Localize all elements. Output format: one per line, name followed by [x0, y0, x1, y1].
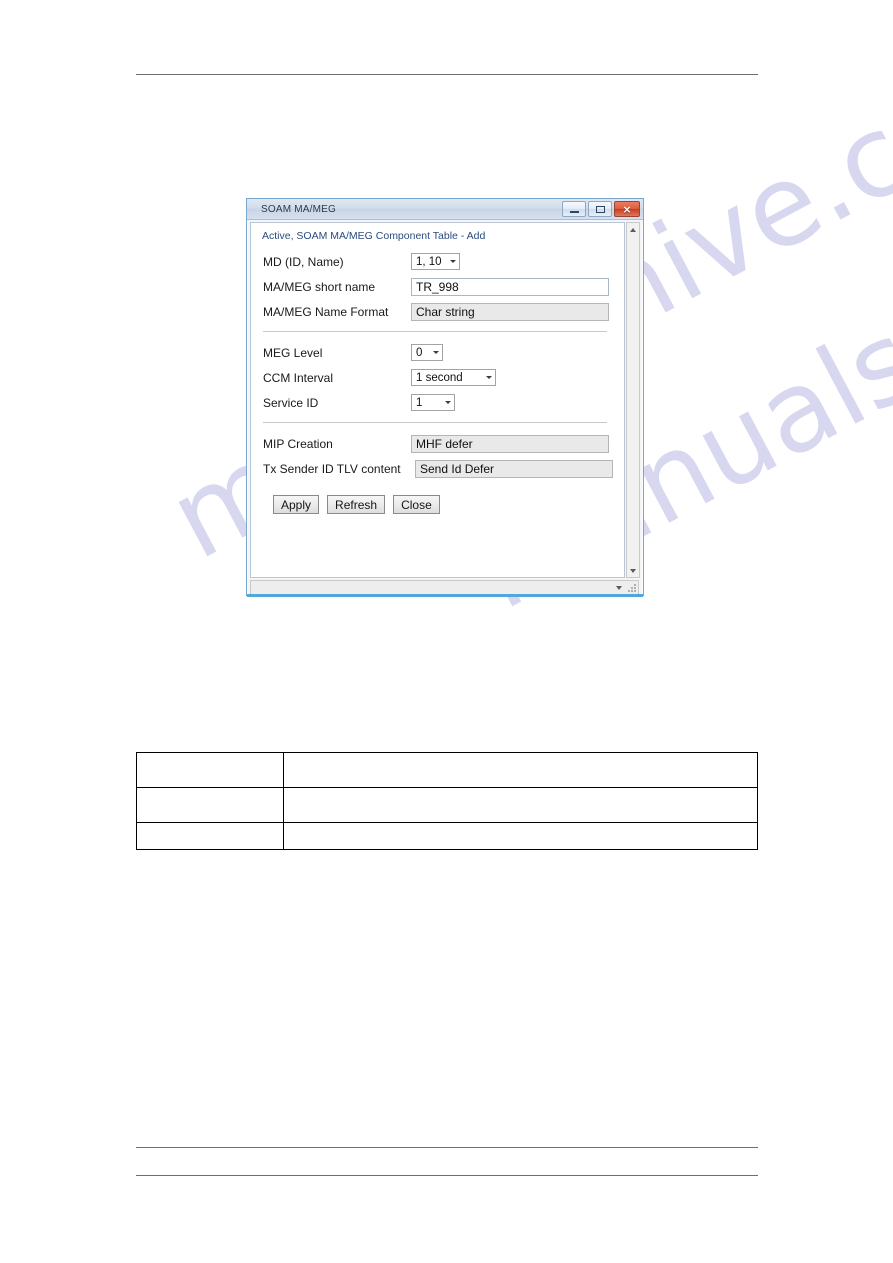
field-row-md: MD (ID, Name) 1, 10 — [260, 249, 624, 274]
field-row-service-id: Service ID 1 — [260, 390, 624, 415]
md-combo[interactable]: 1, 10 — [411, 253, 460, 270]
page-footer-rule-top — [136, 1147, 758, 1148]
field-row-tx-sender-id: Tx Sender ID TLV content Send Id Defer — [260, 456, 624, 481]
page-header-rule — [136, 74, 758, 75]
scroll-up-button[interactable] — [627, 223, 639, 236]
field-row-ccm-interval: CCM Interval 1 second — [260, 365, 624, 390]
window-client-area: Active, SOAM MA/MEG Component Table - Ad… — [247, 220, 643, 597]
label-name-format: MA/MEG Name Format — [263, 304, 389, 319]
apply-button[interactable]: Apply — [273, 495, 320, 514]
maximize-button[interactable] — [588, 201, 612, 217]
tx-sender-id-value: Send Id Defer — [420, 461, 495, 476]
meg-level-combo[interactable]: 0 — [411, 344, 443, 361]
chevron-down-icon — [450, 260, 456, 263]
field-row-meg-level: MEG Level 0 — [260, 340, 624, 365]
scroll-down-arrow-icon — [616, 585, 622, 590]
mip-creation-value: MHF defer — [416, 436, 473, 451]
section-divider-2 — [263, 422, 607, 423]
label-ccm-interval: CCM Interval — [263, 370, 334, 385]
md-combo-value: 1, 10 — [416, 255, 442, 268]
chevron-down-icon — [486, 376, 492, 379]
ccm-interval-combo[interactable]: 1 second — [411, 369, 496, 386]
watermark: manualshive.com manualshive.com — [0, 0, 893, 1263]
close-icon: × — [622, 202, 632, 216]
tx-sender-id-field: Send Id Defer — [415, 459, 613, 478]
chevron-down-icon — [445, 401, 451, 404]
meg-level-value: 0 — [416, 346, 423, 359]
table-cell — [136, 822, 284, 850]
label-short-name: MA/MEG short name — [263, 279, 376, 294]
form-pane: Active, SOAM MA/MEG Component Table - Ad… — [250, 222, 625, 578]
page-footer-rule-bottom — [136, 1175, 758, 1176]
resize-grip[interactable] — [627, 583, 636, 592]
section-divider-1 — [263, 331, 607, 332]
window-title-bar[interactable]: SOAM MA/MEG × — [247, 199, 643, 220]
minimize-button[interactable] — [562, 201, 586, 217]
label-mip-creation: MIP Creation — [263, 436, 333, 451]
table-row — [136, 787, 758, 823]
table-cell — [136, 787, 284, 823]
service-id-value: 1 — [416, 396, 423, 409]
close-button[interactable]: Close — [393, 495, 440, 514]
label-tx-sender-id: Tx Sender ID TLV content — [263, 461, 401, 476]
table-cell — [283, 787, 758, 823]
window-status-bar — [247, 594, 643, 597]
refresh-button[interactable]: Refresh — [327, 495, 386, 514]
form-heading: Active, SOAM MA/MEG Component Table - Ad… — [262, 230, 486, 242]
label-meg-level: MEG Level — [263, 345, 323, 360]
short-name-input[interactable]: TR_998 — [411, 277, 609, 296]
chevron-down-icon — [433, 351, 439, 354]
ccm-interval-value: 1 second — [416, 371, 463, 384]
window-title: SOAM MA/MEG — [261, 203, 336, 215]
name-format-field: Char string — [411, 302, 609, 321]
table-cell — [136, 752, 284, 788]
scroll-down-button[interactable] — [627, 564, 639, 577]
document-table — [136, 752, 758, 850]
label-service-id: Service ID — [263, 395, 319, 410]
vertical-scrollbar[interactable] — [626, 222, 640, 578]
name-format-value: Char string — [416, 304, 475, 319]
maximize-icon — [595, 205, 605, 213]
form-button-row: Apply Refresh Close — [260, 495, 624, 514]
soam-ma-meg-window: SOAM MA/MEG × Active, SOAM MA/MEG Compon… — [246, 198, 644, 597]
window-controls: × — [562, 201, 640, 217]
horizontal-scrollbar[interactable] — [250, 580, 639, 595]
table-row — [136, 752, 758, 788]
table-cell — [283, 752, 758, 788]
field-row-short-name: MA/MEG short name TR_998 — [260, 274, 624, 299]
scroll-down-arrow-icon — [630, 568, 636, 573]
table-row — [136, 822, 758, 850]
field-row-name-format: MA/MEG Name Format Char string — [260, 299, 624, 324]
label-md: MD (ID, Name) — [263, 254, 344, 269]
table-cell — [283, 822, 758, 850]
service-id-combo[interactable]: 1 — [411, 394, 455, 411]
close-window-button[interactable]: × — [614, 201, 640, 217]
mip-creation-field: MHF defer — [411, 434, 609, 453]
short-name-value: TR_998 — [416, 279, 459, 294]
field-row-mip-creation: MIP Creation MHF defer — [260, 431, 624, 456]
form-inner: Active, SOAM MA/MEG Component Table - Ad… — [251, 223, 624, 514]
scroll-up-arrow-icon — [630, 227, 636, 232]
minimize-icon — [569, 211, 579, 213]
